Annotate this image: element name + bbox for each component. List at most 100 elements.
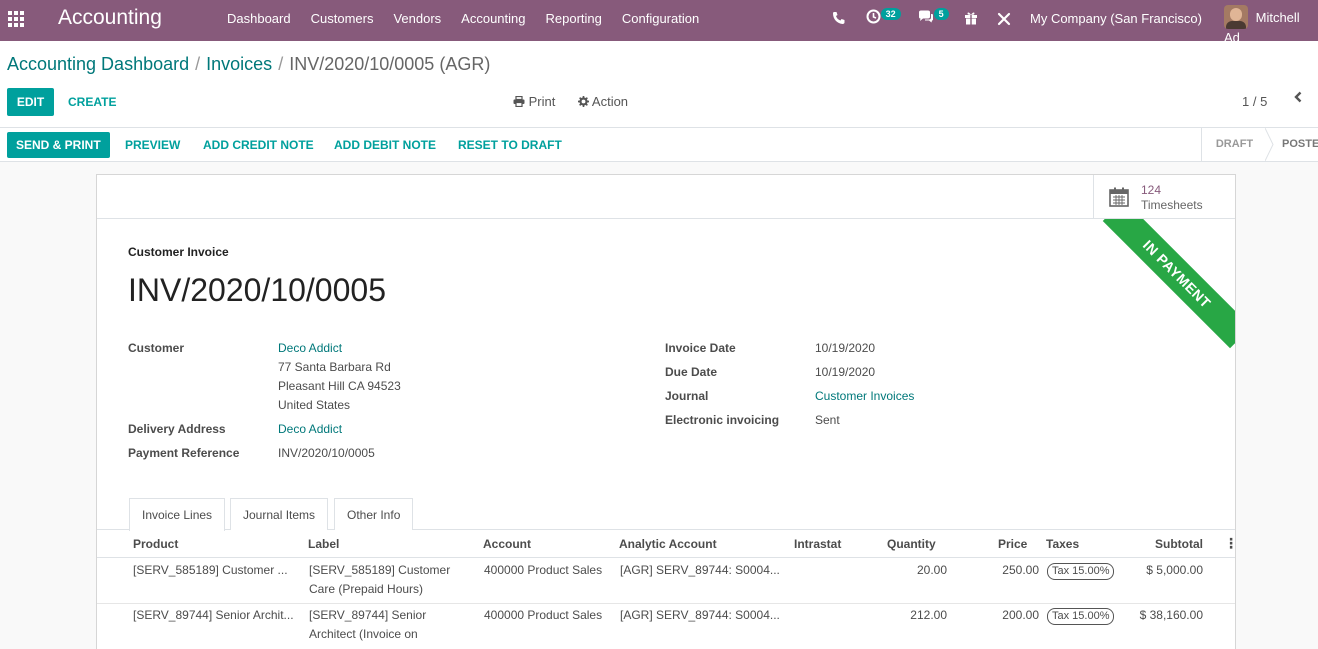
line-label-2: Care (Prepaid Hours) [309, 582, 424, 596]
user-menu[interactable]: Mitchell Ad [1224, 5, 1318, 45]
electronic-invoicing-label: Electronic invoicing [665, 413, 780, 427]
preview-button[interactable]: PREVIEW [125, 132, 180, 158]
form-sheet: 124 Timesheets IN PAYMENT Customer Invoi… [96, 174, 1236, 649]
chevron-left-icon[interactable] [1293, 90, 1303, 108]
menu-configuration[interactable]: Configuration [622, 11, 699, 26]
add-debit-note-button[interactable]: ADD DEBIT NOTE [334, 132, 436, 158]
gear-icon [578, 96, 589, 107]
create-button[interactable]: CREATE [68, 88, 116, 116]
tax-badge: Tax 15.00% [1047, 608, 1115, 625]
line-subtotal: $ 38,160.00 [1139, 608, 1203, 622]
line-analytic: [AGR] SERV_89744: S0004... [620, 563, 780, 577]
action-menu[interactable]: Action [578, 94, 628, 109]
line-label-2: Architect (Invoice on [309, 627, 418, 641]
delivery-address-link[interactable]: Deco Addict [278, 422, 342, 436]
column-label[interactable]: Label [308, 537, 339, 551]
avatar [1224, 5, 1248, 29]
send-print-button[interactable]: SEND & PRINT [7, 132, 110, 158]
column-analytic-account[interactable]: Analytic Account [619, 537, 717, 551]
invoice-number: INV/2020/10/0005 [128, 272, 386, 308]
line-price: 250.00 [1002, 563, 1039, 577]
journal-link[interactable]: Customer Invoices [815, 389, 914, 403]
line-price: 200.00 [1002, 608, 1039, 622]
activity-count-badge: 32 [880, 8, 901, 20]
breadcrumb-invoices[interactable]: Invoices [206, 54, 272, 74]
menu-reporting[interactable]: Reporting [546, 11, 602, 26]
calendar-icon [1109, 187, 1129, 207]
debug-tools-icon[interactable] [997, 12, 1011, 29]
customer-label: Customer [128, 341, 185, 355]
column-subtotal[interactable]: Subtotal [1155, 537, 1203, 551]
line-analytic: [AGR] SERV_89744: S0004... [620, 608, 780, 622]
column-price[interactable]: Price [998, 537, 1027, 551]
breadcrumb: Accounting Dashboard / Invoices / INV/2020/1… [7, 54, 490, 75]
payment-reference-value: INV/2020/10/0005 [278, 446, 375, 460]
due-date-value: 10/19/2020 [815, 365, 876, 379]
column-product[interactable]: Product [133, 537, 178, 551]
line-quantity: 20.00 [916, 563, 947, 577]
app-brand[interactable]: Accounting [58, 6, 162, 30]
top-navbar: Accounting Dashboard Customers Vendors A… [0, 0, 1318, 45]
invoice-lines-header: Product Label Account Analytic Account I… [97, 531, 1235, 558]
optional-columns-icon[interactable]: ⋮ [1224, 535, 1235, 552]
column-account[interactable]: Account [483, 537, 531, 551]
menu-dashboard[interactable]: Dashboard [227, 11, 291, 26]
print-menu[interactable]: Print [513, 94, 555, 109]
line-product: [SERV_585189] Customer ... [133, 563, 288, 577]
line-product: [SERV_89744] Senior Archit... [133, 608, 294, 622]
table-row[interactable]: [SERV_585189] Customer ... [SERV_585189]… [97, 559, 1235, 604]
message-count-badge: 5 [933, 8, 949, 20]
line-account: 400000 Product Sales [484, 563, 603, 577]
line-label-1: [SERV_89744] Senior [309, 608, 427, 622]
ribbon-label: IN PAYMENT [1102, 219, 1235, 349]
line-subtotal: $ 5,000.00 [1146, 563, 1203, 577]
column-intrastat[interactable]: Intrastat [794, 537, 841, 551]
add-credit-note-button[interactable]: ADD CREDIT NOTE [203, 132, 314, 158]
tab-other-info[interactable]: Other Info [334, 498, 414, 530]
breadcrumb-separator: / [278, 54, 284, 74]
address-line3: United States [278, 398, 351, 412]
tab-journal-items[interactable]: Journal Items [230, 498, 329, 530]
breadcrumb-accounting-dashboard[interactable]: Accounting Dashboard [7, 54, 189, 74]
timesheets-smart-button[interactable]: 124 Timesheets [1093, 175, 1235, 219]
notebook-tabs: Invoice Lines Journal Items Other Info [97, 498, 1235, 531]
due-date-label: Due Date [665, 365, 718, 379]
document-type: Customer Invoice [128, 245, 229, 259]
tab-invoice-lines[interactable]: Invoice Lines [129, 498, 226, 531]
tax-badge: Tax 15.00% [1047, 563, 1115, 580]
messages-button[interactable]: 5 [918, 8, 949, 24]
column-quantity[interactable]: Quantity [887, 537, 936, 551]
form-statusbar: SEND & PRINT PREVIEW ADD CREDIT NOTE ADD… [0, 128, 1318, 162]
reset-to-draft-button[interactable]: RESET TO DRAFT [458, 132, 562, 158]
invoice-date-label: Invoice Date [665, 341, 736, 355]
breadcrumb-current: INV/2020/10/0005 (AGR) [289, 54, 491, 74]
in-payment-ribbon: IN PAYMENT [1095, 219, 1235, 359]
timesheets-count: 124 [1141, 183, 1162, 197]
menu-accounting[interactable]: Accounting [461, 11, 525, 26]
line-quantity: 212.00 [910, 608, 947, 622]
company-switcher[interactable]: My Company (San Francisco) [1030, 11, 1202, 26]
activities-button[interactable]: 32 [866, 8, 901, 24]
button-box: 124 Timesheets [97, 175, 1235, 219]
apps-grid-icon[interactable] [8, 11, 26, 27]
status-posted[interactable]: POSTED [1270, 128, 1318, 161]
phone-icon[interactable] [832, 11, 845, 28]
column-taxes[interactable]: Taxes [1046, 537, 1079, 551]
control-panel: Accounting Dashboard / Invoices / INV/2020/1… [0, 41, 1318, 128]
chat-icon [919, 10, 933, 23]
menu-customers[interactable]: Customers [311, 11, 374, 26]
main-menu: Dashboard Customers Vendors Accounting R… [227, 11, 719, 26]
action-label: Action [591, 94, 629, 109]
gift-icon[interactable] [964, 11, 978, 28]
status-draft[interactable]: DRAFT [1201, 128, 1267, 161]
timesheets-label: Timesheets [1141, 198, 1203, 212]
journal-label: Journal [665, 389, 709, 403]
customer-link[interactable]: Deco Addict [278, 341, 342, 355]
table-row[interactable]: [SERV_89744] Senior Archit... [SERV_8974… [97, 604, 1235, 649]
electronic-invoicing-value: Sent [815, 413, 840, 427]
invoice-date-value: 10/19/2020 [815, 341, 876, 355]
menu-vendors[interactable]: Vendors [393, 11, 441, 26]
address-line2: Pleasant Hill CA 94523 [278, 379, 401, 393]
pager-value[interactable]: 1 / 5 [1242, 94, 1267, 109]
edit-button[interactable]: EDIT [7, 88, 54, 116]
